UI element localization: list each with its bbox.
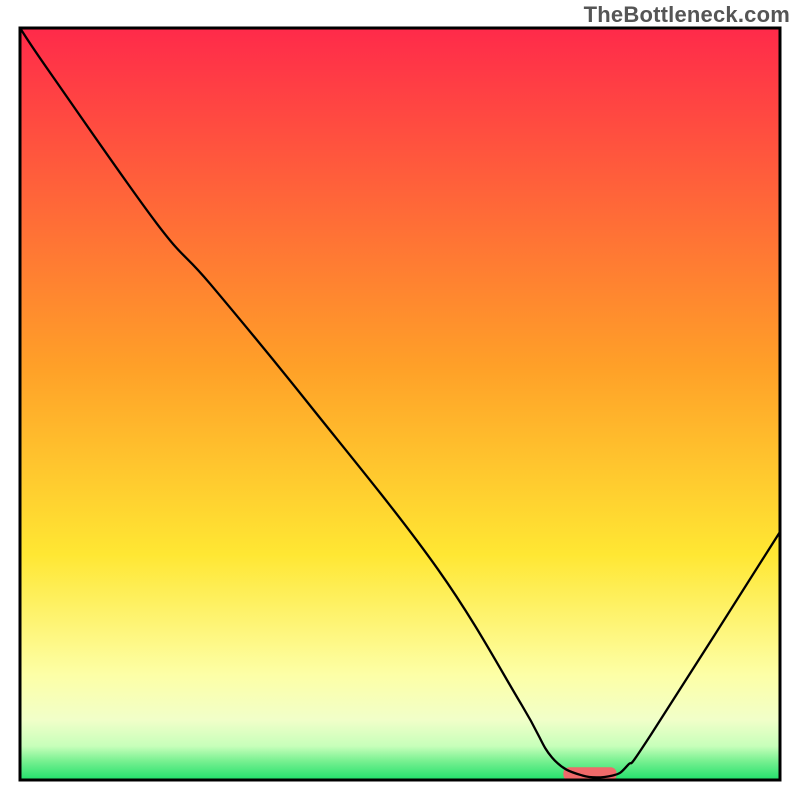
bottleneck-chart <box>0 0 800 800</box>
watermark-text: TheBottleneck.com <box>584 2 790 28</box>
chart-background <box>20 28 780 780</box>
chart-container: TheBottleneck.com <box>0 0 800 800</box>
